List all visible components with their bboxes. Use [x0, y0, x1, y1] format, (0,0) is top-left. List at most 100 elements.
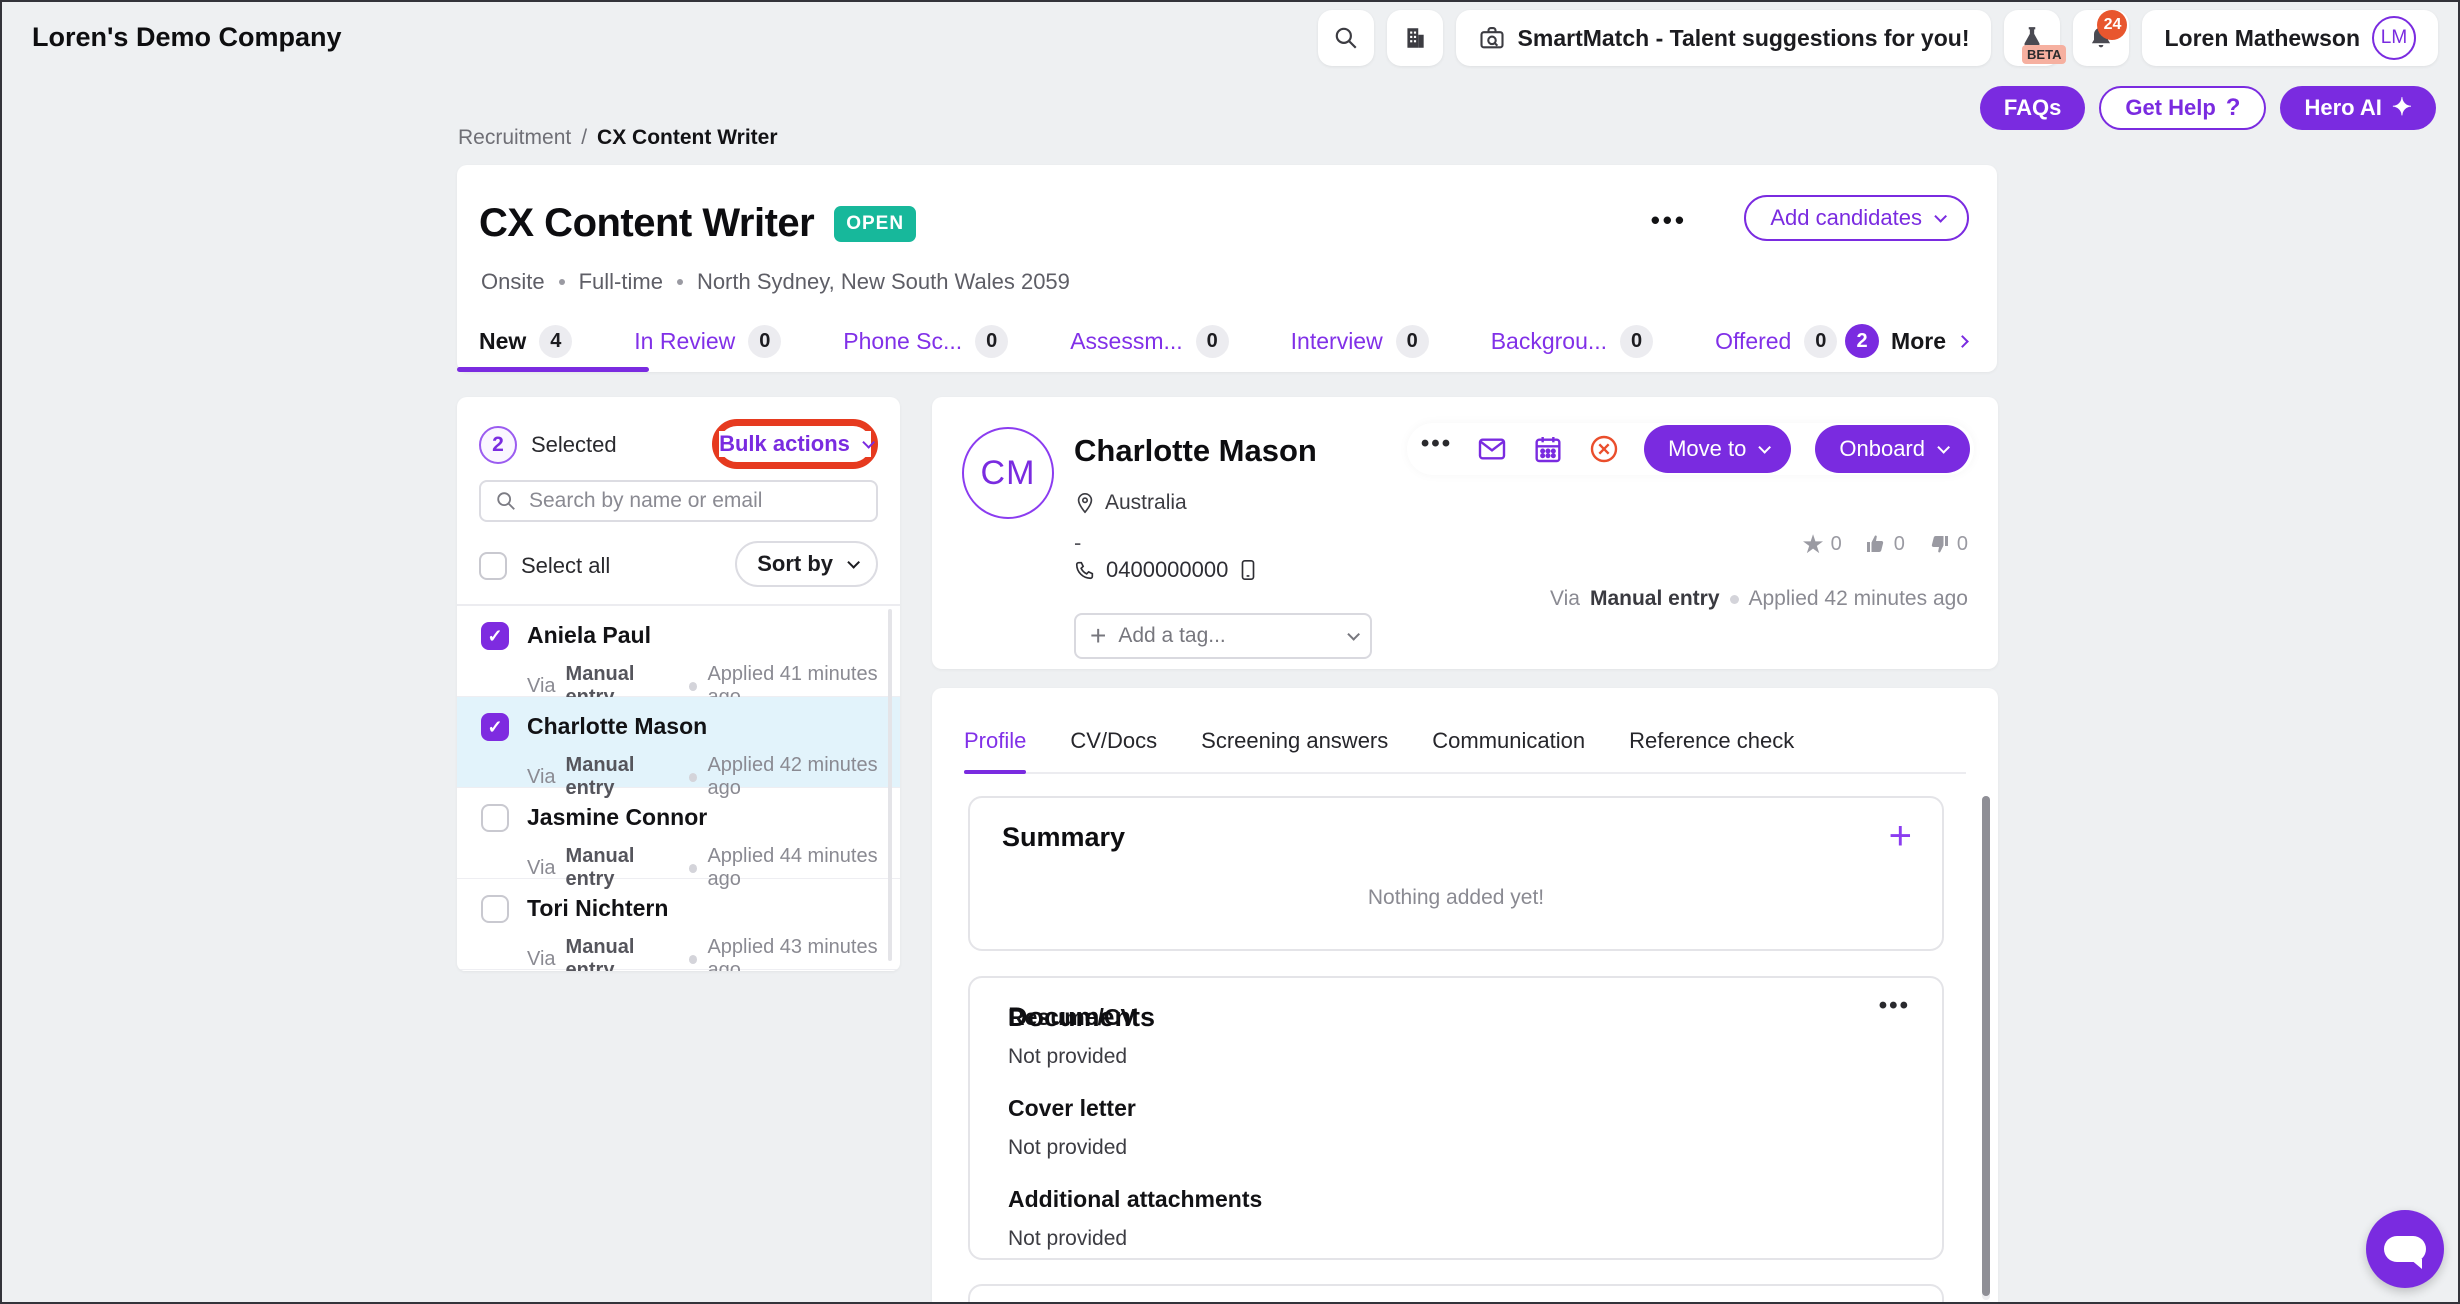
- more-stages-button[interactable]: 2 More: [1845, 324, 1967, 358]
- tab-screening-answers[interactable]: Screening answers: [1201, 728, 1388, 772]
- stage-label: New: [479, 328, 526, 355]
- candidate-phone: 0400000000: [1106, 557, 1228, 583]
- job-header-card: CX Content Writer OPEN Onsite Full-time …: [457, 165, 1997, 372]
- thumbs-up-count: 0: [1894, 533, 1905, 556]
- search-input[interactable]: [529, 489, 862, 513]
- candidate-checkbox[interactable]: ✓: [481, 713, 509, 741]
- select-all-checkbox[interactable]: [479, 552, 507, 580]
- thumbs-down-rating[interactable]: 0: [1927, 532, 1968, 556]
- star-rating[interactable]: ★ 0: [1801, 531, 1841, 557]
- application-history-card: Application History: [968, 1284, 1944, 1304]
- onboard-label: Onboard: [1839, 436, 1925, 462]
- hero-ai-button[interactable]: Hero AI ✦: [2280, 86, 2436, 130]
- tab-reference-check[interactable]: Reference check: [1629, 728, 1794, 772]
- dot-separator: [1730, 595, 1739, 604]
- more-stages-count-badge: 2: [1845, 324, 1879, 358]
- candidate-email: -: [1074, 530, 1081, 556]
- labs-button[interactable]: BETA: [2004, 10, 2060, 66]
- thumbs-up-rating[interactable]: 0: [1864, 532, 1905, 556]
- calendar-icon[interactable]: [1532, 433, 1564, 465]
- candidate-location: Australia: [1105, 491, 1187, 515]
- select-all-label: Select all: [521, 553, 610, 579]
- move-to-label: Move to: [1668, 436, 1746, 462]
- more-stages-label: More: [1891, 328, 1946, 355]
- candidate-list: ✓ Aniela Paul Via Manual entry Applied 4…: [457, 606, 900, 971]
- applied-label: Applied 42 minutes ago: [1749, 587, 1969, 611]
- star-icon: ★: [1801, 531, 1824, 557]
- stage-tab-assessment[interactable]: Assessm... 0: [1070, 325, 1228, 358]
- stage-count-badge: 0: [1396, 325, 1429, 358]
- application-source-row: Via Manual entry Applied 42 minutes ago: [1550, 587, 1968, 611]
- candidate-search-field[interactable]: [479, 480, 878, 522]
- get-help-button[interactable]: Get Help ?: [2099, 86, 2266, 130]
- list-scrollbar[interactable]: [888, 609, 892, 961]
- notifications-button[interactable]: 24: [2073, 10, 2129, 66]
- candidate-checkbox[interactable]: [481, 804, 509, 832]
- via-label: Via: [527, 766, 556, 789]
- candidate-actions-bar: ••• Move to Onboard: [1407, 423, 1974, 475]
- search-button[interactable]: [1318, 10, 1374, 66]
- chevron-down-icon: [1937, 441, 1950, 454]
- user-menu-button[interactable]: Loren Mathewson LM: [2142, 10, 2438, 66]
- bulk-actions-button[interactable]: Bulk actions: [719, 431, 871, 457]
- candidate-ratings: ★ 0 0 0: [1801, 531, 1968, 557]
- detail-scrollbar[interactable]: [1982, 796, 1990, 1300]
- selected-label: Selected: [531, 432, 617, 458]
- onboard-button[interactable]: Onboard: [1815, 425, 1970, 473]
- hero-ai-label: Hero AI: [2304, 95, 2381, 121]
- job-type: Full-time: [579, 269, 663, 295]
- candidate-row-charlotte-mason[interactable]: ✓ Charlotte Mason Via Manual entry Appli…: [457, 697, 900, 788]
- profile-tabs: Profile CV/Docs Screening answers Commun…: [964, 728, 1966, 774]
- tab-cv-docs[interactable]: CV/Docs: [1070, 728, 1157, 772]
- chevron-down-icon: [1347, 628, 1360, 641]
- tab-communication[interactable]: Communication: [1432, 728, 1585, 772]
- add-summary-button[interactable]: +: [1889, 816, 1912, 856]
- candidate-name: Tori Nichtern: [527, 895, 900, 922]
- source-label: Manual entry: [566, 936, 680, 971]
- stage-tab-background[interactable]: Backgrou... 0: [1491, 325, 1653, 358]
- top-bar: Loren's Demo Company SmartMatch - Talent…: [2, 2, 2458, 74]
- stage-label: Backgrou...: [1491, 328, 1607, 355]
- stage-tab-phone-screen[interactable]: Phone Sc... 0: [843, 325, 1008, 358]
- dot-separator: [677, 279, 683, 285]
- stage-tab-interview[interactable]: Interview 0: [1291, 325, 1429, 358]
- documents-more-button[interactable]: •••: [1879, 992, 1910, 1020]
- smartmatch-button[interactable]: SmartMatch - Talent suggestions for you!: [1456, 10, 1992, 66]
- add-candidates-button[interactable]: Add candidates: [1744, 195, 1969, 241]
- documents-card: Documents ••• Resume/CV Not provided Cov…: [968, 976, 1944, 1260]
- candidate-detail-name: Charlotte Mason: [1074, 433, 1317, 469]
- faqs-button[interactable]: FAQs: [1980, 86, 2085, 130]
- reject-icon[interactable]: [1588, 433, 1620, 465]
- candidate-row-jasmine-connor[interactable]: Jasmine Connor Via Manual entry Applied …: [457, 788, 900, 879]
- dot-separator: [689, 864, 697, 873]
- chevron-down-icon: [862, 436, 875, 449]
- candidate-checkbox[interactable]: ✓: [481, 622, 509, 650]
- chat-launcher-button[interactable]: [2366, 1210, 2444, 1288]
- stage-tab-new[interactable]: New 4: [479, 325, 572, 358]
- breadcrumb-section[interactable]: Recruitment: [458, 126, 571, 150]
- organisation-button[interactable]: [1387, 10, 1443, 66]
- candidate-row-tori-nichtern[interactable]: Tori Nichtern Via Manual entry Applied 4…: [457, 879, 900, 970]
- breadcrumb: Recruitment / CX Content Writer: [458, 126, 778, 150]
- sparkles-icon: ✦: [2392, 96, 2412, 120]
- stage-tab-offered[interactable]: Offered 0: [1715, 325, 1837, 358]
- stage-tab-in-review[interactable]: In Review 0: [634, 325, 781, 358]
- sort-by-button[interactable]: Sort by: [735, 541, 878, 587]
- add-tag-field[interactable]: + Add a tag...: [1074, 613, 1372, 659]
- chat-bubble-icon: [2384, 1236, 2426, 1262]
- faqs-label: FAQs: [2004, 95, 2061, 121]
- candidate-row-aniela-paul[interactable]: ✓ Aniela Paul Via Manual entry Applied 4…: [457, 606, 900, 697]
- thumbs-down-count: 0: [1957, 533, 1968, 556]
- search-icon: [1333, 25, 1359, 51]
- candidate-checkbox[interactable]: [481, 895, 509, 923]
- scrollbar-thumb[interactable]: [1982, 796, 1990, 1296]
- email-icon[interactable]: [1476, 433, 1508, 465]
- smartmatch-label: SmartMatch - Talent suggestions for you!: [1518, 25, 1970, 52]
- job-more-actions-button[interactable]: •••: [1651, 205, 1687, 236]
- more-actions-button[interactable]: •••: [1421, 444, 1452, 454]
- tab-profile[interactable]: Profile: [964, 728, 1026, 772]
- notification-count-badge: 24: [2097, 10, 2127, 40]
- pipeline-stage-tabs: New 4 In Review 0 Phone Sc... 0 Assessm.…: [457, 310, 1997, 372]
- move-to-button[interactable]: Move to: [1644, 425, 1791, 473]
- topbar-actions: SmartMatch - Talent suggestions for you!…: [1318, 10, 2438, 66]
